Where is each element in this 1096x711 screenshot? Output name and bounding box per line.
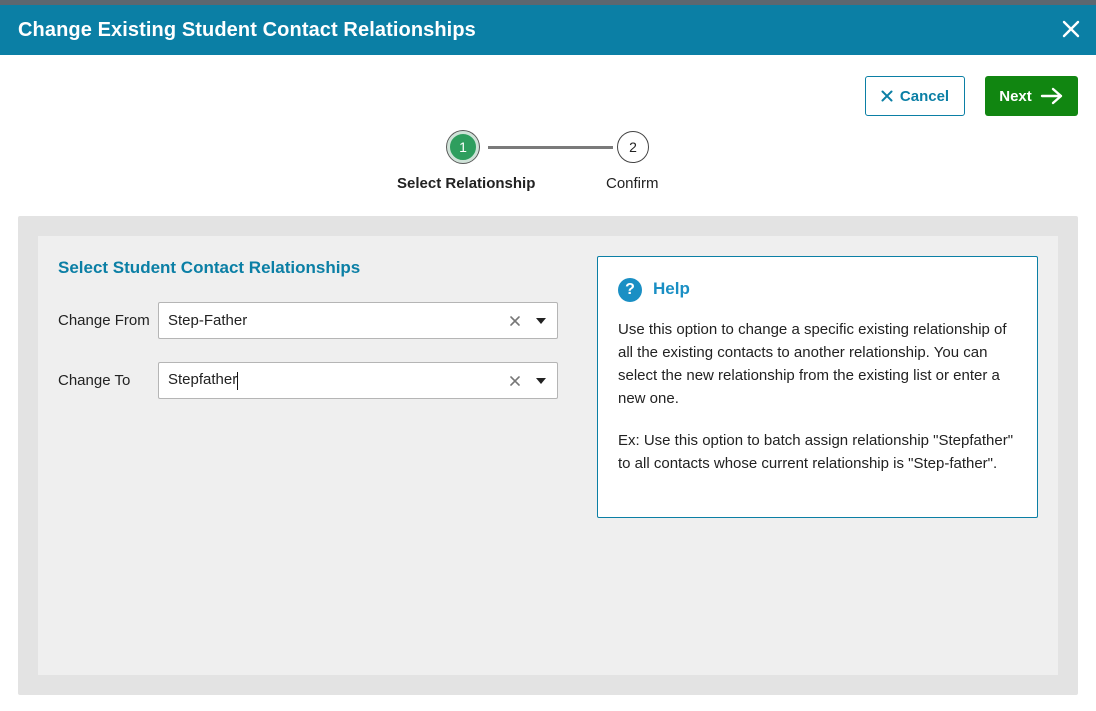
- step-1-label: Select Relationship: [397, 175, 536, 192]
- clear-icon[interactable]: [508, 374, 522, 388]
- question-icon: ?: [618, 278, 642, 302]
- change-from-value: Step-Father: [168, 312, 248, 329]
- close-icon[interactable]: [1058, 16, 1084, 42]
- clear-icon[interactable]: [508, 314, 522, 328]
- arrow-right-icon: [1040, 87, 1062, 105]
- help-paragraph-2: Ex: Use this option to batch assign rela…: [618, 432, 1014, 472]
- change-to-input[interactable]: Stepfather: [168, 371, 508, 390]
- next-button[interactable]: Next: [985, 76, 1078, 116]
- dialog-header: Change Existing Student Contact Relation…: [0, 5, 1096, 55]
- change-to-select[interactable]: Stepfather: [158, 362, 558, 399]
- x-icon: [881, 90, 893, 102]
- dialog-title: Change Existing Student Contact Relation…: [18, 18, 476, 41]
- section-title: Select Student Contact Relationships: [58, 258, 361, 277]
- cancel-label: Cancel: [899, 87, 950, 105]
- change-to-value: Stepfather: [168, 371, 238, 389]
- chevron-down-icon[interactable]: [536, 377, 546, 384]
- change-from-label: Change From: [58, 312, 150, 329]
- help-title: Help: [653, 279, 690, 298]
- help-panel: ? Help Use this option to change a speci…: [597, 256, 1038, 518]
- chevron-down-icon[interactable]: [536, 317, 546, 324]
- next-label: Next: [999, 87, 1032, 105]
- step-connector: [488, 146, 613, 149]
- help-paragraph-1: Use this option to change a specific exi…: [618, 321, 1007, 407]
- step-2-indicator: 2: [617, 131, 649, 163]
- step-2-label: Confirm: [606, 175, 659, 192]
- step-1-indicator: 1: [447, 131, 479, 163]
- change-from-select[interactable]: Step-Father: [158, 302, 558, 339]
- text-cursor: [237, 371, 239, 390]
- cancel-button[interactable]: Cancel: [865, 76, 965, 116]
- change-to-label: Change To: [58, 372, 131, 389]
